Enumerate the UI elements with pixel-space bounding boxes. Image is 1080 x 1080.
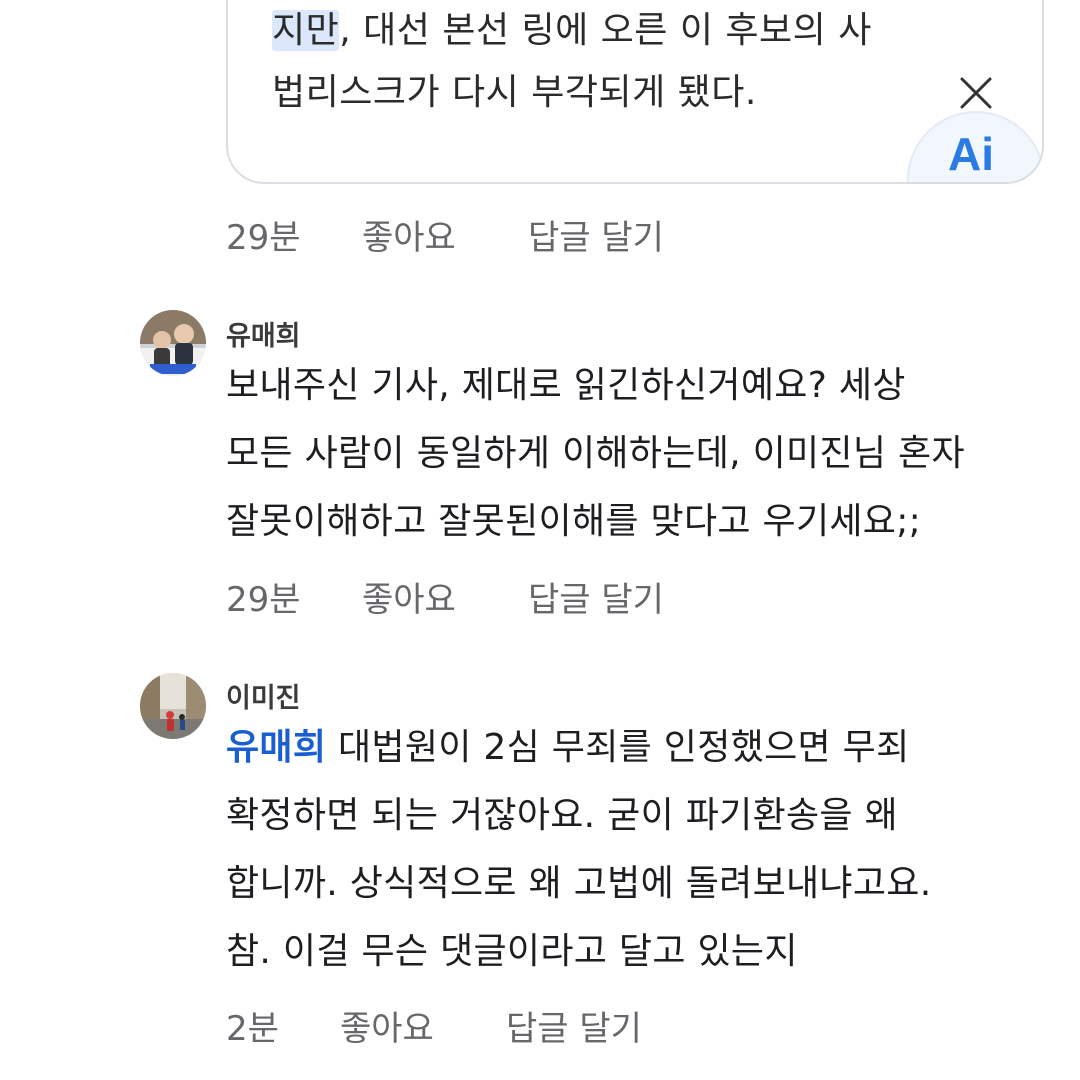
text-selection-highlight: 지만 [272, 10, 340, 51]
comment-author[interactable]: 이미진 [226, 676, 301, 715]
article-excerpt: 지만, 대선 본선 링에 오른 이 후보의 사 법리스크가 다시 부각되게 됐다… [272, 0, 972, 124]
comment-actions-2: 2분 좋아요 답글 달기 [226, 1005, 726, 1053]
like-button[interactable]: 좋아요 [362, 576, 456, 624]
comment-line: 보내주신 기사, 제대로 읽긴하신거예요? 세상 [226, 365, 906, 406]
mention-link[interactable]: 유매희 [226, 727, 326, 768]
comment-line: 유매희 대법원이 2심 무죄를 인정했으면 무죄 [226, 727, 910, 768]
comment-body: 보내주신 기사, 제대로 읽긴하신거예요? 세상 모든 사람이 동일하게 이해하… [226, 352, 1046, 556]
like-button[interactable]: 좋아요 [340, 1005, 434, 1053]
like-button[interactable]: 좋아요 [362, 214, 456, 262]
comment-time: 29분 [226, 218, 301, 258]
comment-line: 잘못이해하고 잘못된이해를 맞다고 우기세요;; [226, 501, 922, 542]
comment-line: 모든 사람이 동일하게 이해하는데, 이미진님 혼자 [226, 433, 965, 474]
comment-body: 유매희 대법원이 2심 무죄를 인정했으면 무죄 확정하면 되는 거잖아요. 굳… [226, 714, 1046, 986]
avatar[interactable] [140, 673, 206, 739]
ai-badge-icon[interactable]: Ai [886, 110, 1044, 184]
comment-time: 2분 [226, 1009, 279, 1049]
ai-badge-label: Ai [948, 128, 994, 180]
comment-actions-1: 29분 좋아요 답글 달기 [226, 576, 726, 624]
avatar[interactable] [140, 310, 206, 376]
reply-button[interactable]: 답글 달기 [506, 1005, 642, 1053]
comment-line: 합니까. 상식적으로 왜 고법에 돌려보내냐고요. [226, 863, 932, 904]
shared-article-card[interactable]: 지만, 대선 본선 링에 오른 이 후보의 사 법리스크가 다시 부각되게 됐다… [226, 0, 1044, 184]
comment-actions-0: 29분 좋아요 답글 달기 [226, 214, 726, 262]
article-line-2: 법리스크가 다시 부각되게 됐다. [272, 72, 757, 113]
comment-time: 29분 [226, 580, 301, 620]
comment-line: 확정하면 되는 거잖아요. 굳이 파기환송을 왜 [226, 795, 899, 836]
reply-button[interactable]: 답글 달기 [528, 214, 664, 262]
comment-line: 참. 이걸 무슨 댓글이라고 달고 있는지 [226, 931, 798, 972]
reply-button[interactable]: 답글 달기 [528, 576, 664, 624]
close-icon[interactable] [956, 73, 996, 113]
comment-author[interactable]: 유매희 [226, 314, 301, 353]
article-line-1: 지만, 대선 본선 링에 오른 이 후보의 사 [272, 10, 872, 51]
